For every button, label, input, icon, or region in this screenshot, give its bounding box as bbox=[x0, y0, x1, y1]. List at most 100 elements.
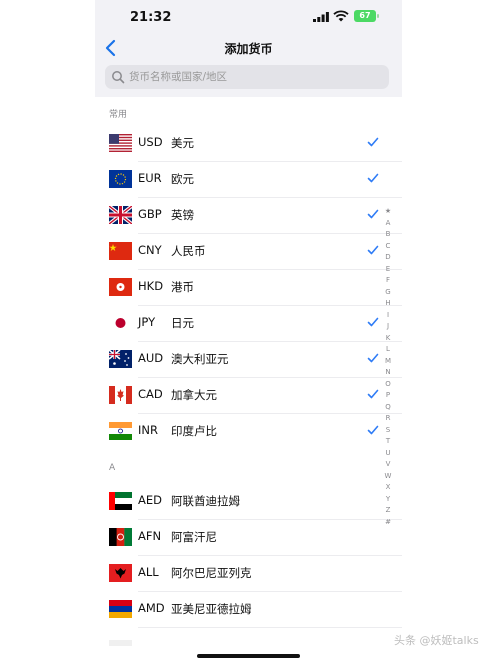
currency-row-cny[interactable]: CNY 人民币 bbox=[95, 234, 402, 270]
currency-name: 加拿大元 bbox=[171, 388, 217, 402]
currency-row-hkd[interactable]: HKD 港币 bbox=[95, 270, 402, 306]
currency-row-aed[interactable]: AED 阿联酋迪拉姆 bbox=[95, 484, 402, 520]
index-letter[interactable]: # bbox=[381, 517, 395, 529]
index-letter[interactable]: M bbox=[381, 356, 395, 368]
index-letter[interactable]: F bbox=[381, 275, 395, 287]
index-letter[interactable]: L bbox=[381, 344, 395, 356]
currency-code: HKD bbox=[138, 279, 164, 293]
af-flag-icon bbox=[109, 528, 132, 546]
watermark-text: 头条 @妖姬talks bbox=[394, 634, 479, 647]
currency-row-jpy[interactable]: JPY 日元 bbox=[95, 306, 402, 342]
checkmark-icon bbox=[367, 353, 379, 363]
currency-code: AUD bbox=[138, 351, 164, 365]
currency-code: AED bbox=[138, 493, 162, 507]
checkmark-icon bbox=[367, 245, 379, 255]
hk-flag-icon bbox=[109, 278, 132, 296]
search-input[interactable] bbox=[129, 68, 379, 86]
wifi-icon bbox=[333, 10, 349, 22]
index-letter[interactable]: C bbox=[381, 241, 395, 253]
index-letter[interactable]: U bbox=[381, 448, 395, 460]
currency-code: CNY bbox=[138, 243, 162, 257]
currency-name: 人民币 bbox=[171, 244, 206, 258]
battery-tip bbox=[377, 14, 379, 18]
search-bar[interactable] bbox=[105, 65, 389, 89]
index-letter[interactable]: O bbox=[381, 379, 395, 391]
eu-flag-icon bbox=[109, 170, 132, 188]
currency-name: 阿富汗尼 bbox=[171, 530, 217, 544]
currency-name: 日元 bbox=[171, 316, 194, 330]
currency-row-afn[interactable]: AFN 阿富汗尼 bbox=[95, 520, 402, 556]
checkmark-icon bbox=[367, 425, 379, 435]
section-header-a: A bbox=[109, 463, 116, 473]
index-letter[interactable]: Q bbox=[381, 402, 395, 414]
currency-name: 澳大利亚元 bbox=[171, 352, 229, 366]
index-letter[interactable]: X bbox=[381, 482, 395, 494]
currency-row-usd[interactable]: USD 美元 bbox=[95, 126, 402, 162]
jp-flag-icon bbox=[109, 314, 132, 332]
next-row-peek bbox=[109, 640, 132, 646]
home-indicator[interactable] bbox=[197, 654, 300, 658]
currency-name: 阿尔巴尼亚列克 bbox=[171, 566, 252, 580]
currency-code: INR bbox=[138, 423, 158, 437]
status-bar: 21:32 67 bbox=[95, 0, 402, 36]
index-letter[interactable]: E bbox=[381, 264, 395, 276]
currency-code: CAD bbox=[138, 387, 163, 401]
checkmark-icon bbox=[367, 389, 379, 399]
currency-name: 港币 bbox=[171, 280, 194, 294]
battery-icon: 67 bbox=[354, 10, 376, 22]
search-icon bbox=[112, 71, 125, 84]
currency-code: JPY bbox=[138, 315, 156, 329]
index-letter[interactable]: D bbox=[381, 252, 395, 264]
currency-name: 印度卢比 bbox=[171, 424, 217, 438]
index-letter[interactable]: A bbox=[381, 218, 395, 230]
cellular-signal-icon bbox=[313, 12, 329, 22]
index-letter[interactable]: K bbox=[381, 333, 395, 345]
currency-row-amd[interactable]: AMD 亚美尼亚德拉姆 bbox=[95, 592, 402, 628]
au-flag-icon bbox=[109, 350, 132, 368]
index-letter[interactable]: T bbox=[381, 436, 395, 448]
index-letter[interactable]: H bbox=[381, 298, 395, 310]
currency-name: 欧元 bbox=[171, 172, 194, 186]
currency-name: 亚美尼亚德拉姆 bbox=[171, 602, 252, 616]
currency-row-cad[interactable]: CAD 加拿大元 bbox=[95, 378, 402, 414]
currency-code: AMD bbox=[138, 601, 165, 615]
currency-name: 英镑 bbox=[171, 208, 194, 222]
cn-flag-icon bbox=[109, 242, 132, 260]
in-flag-icon bbox=[109, 422, 132, 440]
index-letter[interactable]: N bbox=[381, 367, 395, 379]
al-flag-icon bbox=[109, 564, 132, 582]
ca-flag-icon bbox=[109, 386, 132, 404]
index-letter[interactable]: Y bbox=[381, 494, 395, 506]
index-letter[interactable]: B bbox=[381, 229, 395, 241]
currency-code: EUR bbox=[138, 171, 162, 185]
index-letter[interactable]: S bbox=[381, 425, 395, 437]
am-flag-icon bbox=[109, 600, 132, 618]
section-index-bar[interactable]: ★ A B C D E F G H I J K L M N O P Q R S T U V W X Y Z # bbox=[381, 206, 395, 528]
currency-row-inr[interactable]: INR 印度卢比 bbox=[95, 414, 402, 450]
checkmark-icon bbox=[367, 137, 379, 147]
index-letter[interactable]: P bbox=[381, 390, 395, 402]
index-letter[interactable]: W bbox=[381, 471, 395, 483]
index-letter[interactable]: R bbox=[381, 413, 395, 425]
uk-flag-icon bbox=[109, 206, 132, 224]
currency-code: GBP bbox=[138, 207, 162, 221]
index-letter[interactable]: ★ bbox=[381, 206, 395, 218]
index-letter[interactable]: V bbox=[381, 459, 395, 471]
index-letter[interactable]: I bbox=[381, 310, 395, 322]
phone-screen: 21:32 67 添加货币 常用 bbox=[95, 0, 402, 664]
currency-name: 阿联酋迪拉姆 bbox=[171, 494, 240, 508]
index-letter[interactable]: G bbox=[381, 287, 395, 299]
currency-row-aud[interactable]: AUD 澳大利亚元 bbox=[95, 342, 402, 378]
section-header-common: 常用 bbox=[109, 110, 128, 120]
currency-code: USD bbox=[138, 135, 163, 149]
navigation-bar: 添加货币 bbox=[95, 36, 402, 62]
checkmark-icon bbox=[367, 317, 379, 327]
currency-code: ALL bbox=[138, 565, 159, 579]
currency-row-gbp[interactable]: GBP 英镑 bbox=[95, 198, 402, 234]
index-letter[interactable]: J bbox=[381, 321, 395, 333]
currency-row-eur[interactable]: EUR 欧元 bbox=[95, 162, 402, 198]
currency-row-all[interactable]: ALL 阿尔巴尼亚列克 bbox=[95, 556, 402, 592]
index-letter[interactable]: Z bbox=[381, 505, 395, 517]
currency-code: AFN bbox=[138, 529, 162, 543]
status-time: 21:32 bbox=[130, 10, 172, 25]
